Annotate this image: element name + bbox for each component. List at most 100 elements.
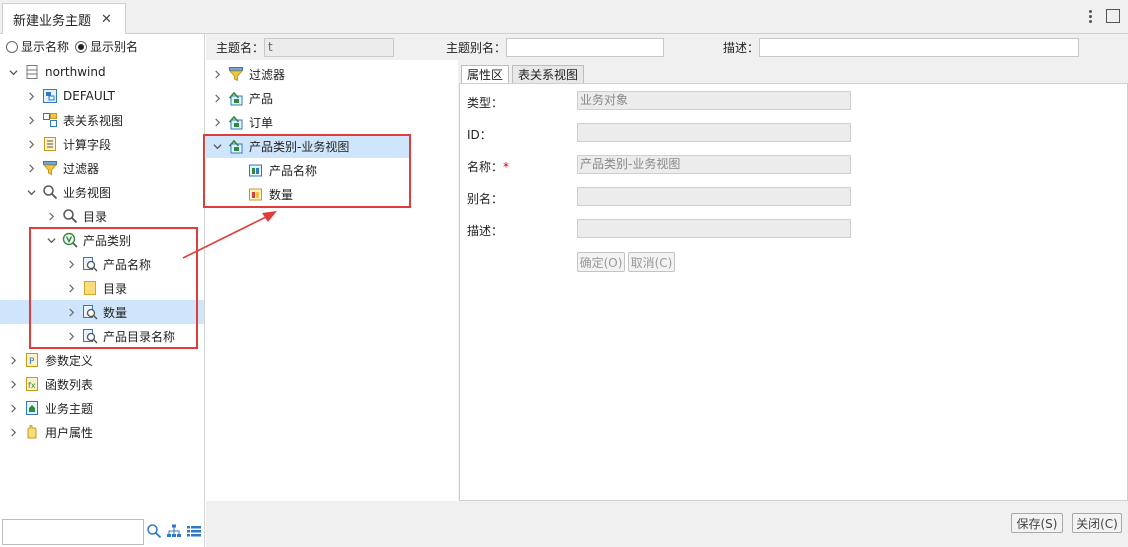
tree-item-business-topic[interactable]: 业务主题: [6, 396, 93, 420]
svg-text:P: P: [29, 357, 35, 367]
chevron-right-icon[interactable]: [24, 113, 38, 127]
business-view-icon: [42, 184, 58, 200]
topic-alias-field[interactable]: [506, 38, 664, 57]
chevron-right-icon[interactable]: [64, 329, 78, 343]
tree-label: 业务主题: [45, 401, 94, 416]
tab-relation-view[interactable]: 表关系视图: [512, 65, 585, 83]
confirm-button[interactable]: 确定(O): [577, 252, 625, 272]
chevron-right-icon[interactable]: [44, 209, 58, 223]
mid-tree-product-name[interactable]: 产品名称: [248, 158, 317, 182]
view-v-icon: [62, 232, 78, 248]
name-field[interactable]: 产品类别-业务视图: [577, 155, 851, 174]
calc-field-icon: [42, 136, 58, 152]
chevron-right-icon[interactable]: [64, 281, 78, 295]
tree-root-northwind[interactable]: northwind: [6, 60, 106, 84]
chevron-right-icon[interactable]: [24, 161, 38, 175]
alias-label: 别名：: [467, 192, 504, 206]
tree-label: 表关系视图: [63, 113, 124, 128]
chevron-right-icon[interactable]: [6, 401, 20, 415]
measure-field-icon: [248, 186, 264, 202]
footer-bar: [206, 501, 1128, 547]
mid-tree-product[interactable]: 产品: [210, 86, 273, 110]
tree-label: 产品: [249, 91, 274, 106]
business-object-icon: [228, 138, 244, 154]
tree-label: 数量: [103, 305, 128, 320]
show-alias-radio[interactable]: [75, 40, 88, 53]
chevron-right-icon[interactable]: [210, 91, 224, 105]
tree-item-param-def[interactable]: P 参数定义: [6, 348, 93, 372]
database-icon: [24, 64, 40, 80]
name-label-text: 名称：: [467, 160, 504, 174]
show-name-radio[interactable]: [6, 40, 18, 53]
tree-label: 过滤器: [249, 67, 286, 82]
tree-item-product-name[interactable]: 产品名称: [64, 252, 151, 276]
tree-label: 函数列表: [45, 377, 94, 392]
tree-item-quantity[interactable]: 数量: [0, 300, 204, 324]
tree-label: 产品名称: [103, 257, 152, 272]
topic-icon: [24, 400, 40, 416]
close-icon[interactable]: ✕: [101, 12, 112, 27]
tree-item-user-attr[interactable]: 用户属性: [6, 420, 93, 444]
topic-desc-field[interactable]: [759, 38, 1079, 57]
name-label: 名称：*: [467, 158, 509, 175]
user-attr-icon: [24, 424, 40, 440]
topic-name-field[interactable]: t: [264, 38, 394, 57]
cancel-button[interactable]: 取消(C): [628, 252, 675, 272]
tab-new-business-topic[interactable]: 新建业务主题 ✕: [2, 3, 126, 34]
close-button[interactable]: 关闭(C): [1072, 513, 1122, 533]
tab-properties[interactable]: 属性区: [461, 65, 510, 83]
alias-field[interactable]: [577, 187, 851, 206]
chevron-right-icon[interactable]: [24, 137, 38, 151]
tree-item-folder-catalog[interactable]: 目录: [64, 276, 127, 300]
search-icon[interactable]: [146, 523, 162, 539]
chevron-right-icon[interactable]: [64, 305, 78, 319]
desc-field[interactable]: [577, 219, 851, 238]
tree-item-catalog[interactable]: 目录: [44, 204, 107, 228]
svg-text:fx: fx: [28, 381, 36, 390]
mid-tree-order[interactable]: 订单: [210, 110, 273, 134]
tree-item-filter[interactable]: 过滤器: [24, 156, 99, 180]
dimension-field-icon: [248, 162, 264, 178]
search-icon: [62, 208, 78, 224]
tab-bar: 新建业务主题 ✕: [0, 0, 1128, 34]
maximize-icon[interactable]: [1106, 9, 1120, 23]
list-view-icon[interactable]: [186, 523, 202, 539]
tree-label: 用户属性: [45, 425, 94, 440]
tree-label: 业务视图: [63, 185, 112, 200]
folder-icon: [82, 280, 98, 296]
tree-item-business-view[interactable]: 业务视图: [24, 180, 111, 204]
chevron-down-icon[interactable]: [210, 139, 224, 153]
tree-item-product-catalog-name[interactable]: 产品目录名称: [64, 324, 175, 348]
chevron-right-icon[interactable]: [24, 89, 38, 103]
chevron-right-icon[interactable]: [210, 67, 224, 81]
tree-label: 数量: [269, 187, 294, 202]
tab-title: 新建业务主题: [13, 13, 92, 29]
field-search-icon: [82, 256, 98, 272]
tree-item-product-category[interactable]: 产品类别: [44, 228, 131, 252]
chevron-down-icon[interactable]: [44, 233, 58, 247]
chevron-right-icon[interactable]: [64, 257, 78, 271]
tree-label: 订单: [249, 115, 274, 130]
mid-tree-quantity[interactable]: 数量: [248, 182, 293, 206]
chevron-right-icon[interactable]: [210, 115, 224, 129]
business-object-icon: [228, 114, 244, 130]
chevron-right-icon[interactable]: [6, 353, 20, 367]
mid-tree-category-view[interactable]: 产品类别-业务视图: [206, 134, 411, 158]
filter-icon: [42, 160, 58, 176]
param-icon: P: [24, 352, 40, 368]
tree-item-default[interactable]: DEFAULT: [24, 84, 115, 108]
chevron-right-icon[interactable]: [6, 377, 20, 391]
chevron-right-icon[interactable]: [6, 425, 20, 439]
tree-search-input[interactable]: [2, 519, 144, 545]
id-label: ID：: [467, 128, 492, 142]
chevron-down-icon[interactable]: [24, 185, 38, 199]
required-mark: *: [503, 160, 510, 174]
tree-item-calc-field[interactable]: 计算字段: [24, 132, 111, 156]
chevron-down-icon[interactable]: [6, 65, 20, 79]
save-button[interactable]: 保存(S): [1011, 513, 1063, 533]
tree-item-function-list[interactable]: fx 函数列表: [6, 372, 93, 396]
mid-tree-filter[interactable]: 过滤器: [210, 62, 285, 86]
more-vertical-icon[interactable]: [1084, 8, 1096, 26]
tree-item-relation-view[interactable]: 表关系视图: [24, 108, 123, 132]
tree-structure-icon[interactable]: [166, 523, 182, 539]
